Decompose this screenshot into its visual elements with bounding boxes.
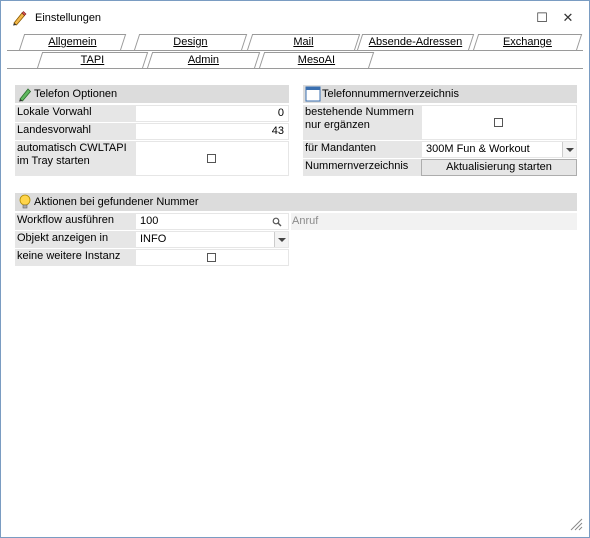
aktualisierung-starten-button[interactable]: Aktualisierung starten [421, 159, 577, 176]
keine-weitere-instanz-cell [135, 249, 289, 266]
tab-mesoai[interactable]: MesoAI [259, 52, 375, 68]
aktionen-header: Aktionen bei gefundener Nummer [15, 193, 577, 211]
title-bar: Einstellungen ☐ ✕ [1, 1, 589, 34]
tab-admin[interactable]: Admin [147, 52, 261, 68]
nummernverzeichnis-label: Nummernverzeichnis [303, 159, 421, 176]
objekt-anzeigen-label: Objekt anzeigen in [15, 231, 135, 248]
chevron-down-icon[interactable] [274, 232, 288, 247]
landesvorwahl-input[interactable]: 43 [135, 123, 289, 140]
pencil-icon [19, 88, 32, 102]
settings-window: Einstellungen ☐ ✕ Allgemein Design Mail … [0, 0, 590, 538]
cwltapi-tray-cell [135, 141, 289, 176]
tab-exchange[interactable]: Exchange [473, 34, 583, 50]
tab-tapi[interactable]: TAPI [37, 52, 149, 68]
chevron-down-icon[interactable] [562, 142, 576, 157]
tab-absende-adressen[interactable]: Absende-Adressen [357, 34, 475, 50]
lokale-vorwahl-label: Lokale Vorwahl [15, 105, 135, 122]
pencil-icon [13, 11, 27, 26]
workflow-value: 100 [140, 215, 159, 227]
keine-weitere-instanz-label: keine weitere Instanz [15, 249, 135, 266]
landesvorwahl-label: Landesvorwahl [15, 123, 135, 140]
tab-row-2-baseline [7, 68, 583, 69]
fuer-mandanten-label: für Mandanten [303, 141, 421, 158]
tab-row-1-baseline [7, 50, 583, 51]
tab-allgemein[interactable]: Allgemein [19, 34, 127, 50]
lightbulb-icon [19, 194, 31, 209]
cwltapi-tray-label: automatisch CWLTAPI im Tray starten [15, 141, 135, 176]
keine-weitere-instanz-checkbox[interactable] [207, 253, 216, 262]
telefonnummernverzeichnis-header: Telefonnummernverzeichnis [303, 85, 577, 103]
workflow-label: Workflow ausführen [15, 213, 135, 230]
bestehende-nummern-cell [421, 105, 577, 140]
window-icon [305, 86, 321, 102]
window-title: Einstellungen [35, 12, 102, 24]
cwltapi-tray-checkbox[interactable] [207, 154, 216, 163]
bestehende-nummern-checkbox[interactable] [494, 118, 503, 127]
bestehende-nummern-label: bestehende Nummern nur ergänzen [303, 105, 421, 140]
anruf-label: Anruf [291, 213, 577, 230]
search-icon[interactable] [272, 217, 282, 227]
tab-mail[interactable]: Mail [247, 34, 361, 50]
mandanten-select-value: 300M Fun & Workout [426, 143, 530, 155]
mandanten-select[interactable]: 300M Fun & Workout [421, 141, 577, 158]
objekt-anzeigen-select[interactable]: INFO [135, 231, 289, 248]
objekt-anzeigen-value: INFO [140, 233, 167, 245]
lokale-vorwahl-input[interactable]: 0 [135, 105, 289, 122]
maximize-button[interactable]: ☐ [533, 9, 551, 27]
resize-grip-icon[interactable] [567, 515, 583, 531]
telefon-optionen-header: Telefon Optionen [15, 85, 289, 103]
tab-design[interactable]: Design [134, 34, 248, 50]
close-button[interactable]: ✕ [559, 9, 577, 27]
workflow-input[interactable]: 100 [135, 213, 289, 230]
